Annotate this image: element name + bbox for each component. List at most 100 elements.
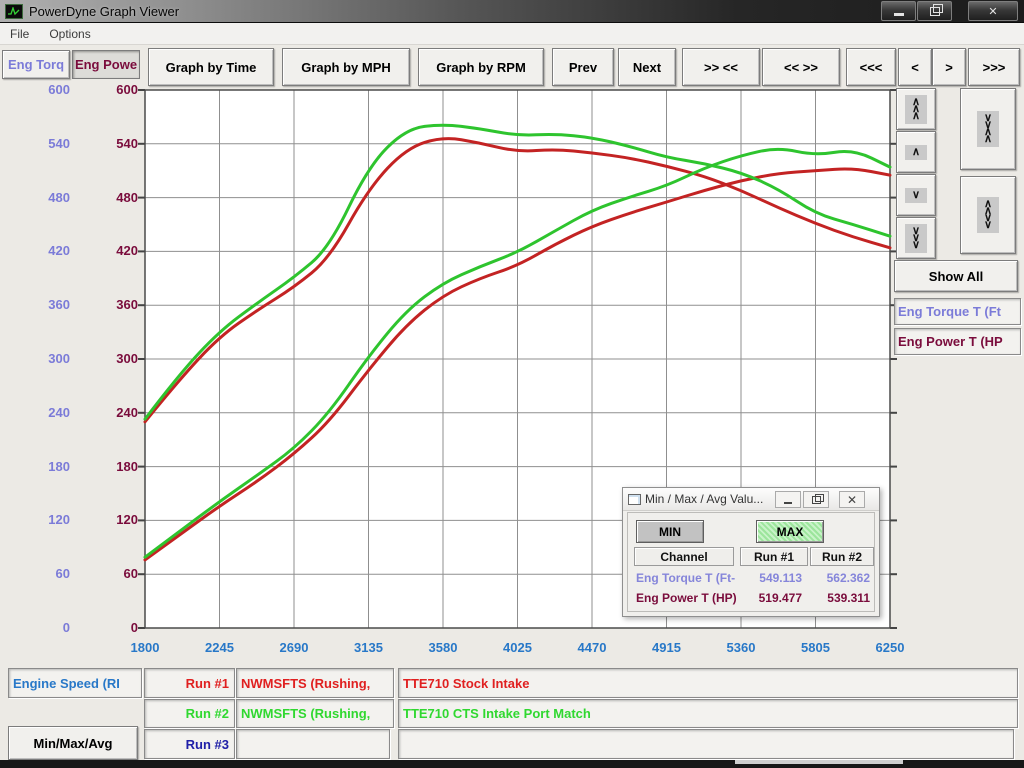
row-power-run2-value: 539.311 [810, 591, 870, 607]
y-axis-tick-label: 480 [78, 189, 138, 207]
triple-down-chevron-icon: ∨ ∨ ∨ [905, 224, 927, 253]
prev-button[interactable]: Prev [552, 48, 614, 86]
minmax-restore-button[interactable] [803, 491, 829, 508]
y-axis-tick-label: 120 [78, 511, 138, 529]
up-chevron-icon: ∧ [905, 145, 927, 160]
title-bar[interactable]: PowerDyne Graph Viewer ✕ [0, 0, 1024, 23]
minmax-values-window: Min / Max / Avg Valu... ✕ MIN MAX Channe… [622, 487, 880, 617]
menu-options[interactable]: Options [39, 23, 100, 44]
expand-chevrons-icon: ∧ ∧ ∨ ∨ [977, 197, 999, 233]
run2-description-field[interactable]: TTE710 CTS Intake Port Match [398, 699, 1018, 728]
column-header-channel[interactable]: Channel [634, 547, 734, 566]
channel-button-torque[interactable]: Eng Torq [2, 50, 70, 79]
y-axis-tick-label: 360 [10, 296, 70, 314]
scroll-up-button[interactable]: ∧ [896, 131, 936, 173]
y-axis-tick-label: 420 [78, 242, 138, 260]
max-tab-button[interactable]: MAX [756, 520, 824, 543]
graph-by-time-button[interactable]: Graph by Time [148, 48, 274, 86]
row-torque-channel: Eng Torque T (Ft- [636, 571, 746, 587]
y-axis-tick-label: 60 [10, 565, 70, 583]
down-chevron-icon: ∨ [905, 188, 927, 203]
close-button[interactable]: ✕ [968, 1, 1018, 21]
app-icon [5, 4, 23, 19]
powerdyne-window: PowerDyne Graph Viewer ✕ File Options En… [0, 0, 1024, 768]
minmax-minimize-button[interactable] [775, 491, 801, 508]
collapse-chevrons-icon: ∨ ∨ ∧ ∧ [977, 111, 999, 147]
minmax-close-button[interactable]: ✕ [839, 491, 865, 508]
y-axis-tick-label: 600 [10, 81, 70, 99]
run2-name-button[interactable]: Run #2 [144, 699, 235, 728]
minmax-title-bar[interactable]: Min / Max / Avg Valu... ✕ [623, 488, 879, 511]
run1-description-field[interactable]: TTE710 Stock Intake [398, 668, 1018, 698]
run1-name-button[interactable]: Run #1 [144, 668, 235, 698]
torque-channel-label[interactable]: Eng Torque T (Ft [894, 298, 1021, 325]
y-axis-tick-label: 180 [10, 458, 70, 476]
run2-file-field[interactable]: NWMSFTS (Rushing, [236, 699, 394, 728]
y-axis-tick-label: 420 [10, 242, 70, 260]
y-axis-tick-label: 480 [10, 189, 70, 207]
minimize-button[interactable] [881, 1, 916, 21]
x-axis-tick-label: 1800 [113, 640, 177, 656]
show-all-button[interactable]: Show All [894, 260, 1018, 292]
triple-up-chevron-icon: ∧ ∧ ∧ [905, 95, 927, 124]
minmaxavg-button[interactable]: Min/Max/Avg [8, 726, 138, 760]
graph-by-mph-button[interactable]: Graph by MPH [282, 48, 410, 86]
window-bottom-notch [735, 760, 903, 764]
y-axis-tick-label: 300 [10, 350, 70, 368]
restore-icon [812, 496, 821, 504]
menu-file[interactable]: File [0, 23, 39, 44]
minmax-window-title: Min / Max / Avg Valu... [645, 492, 763, 506]
minmax-window-icon [628, 494, 641, 505]
y-axis-tick-label: 600 [78, 81, 138, 99]
x-axis-tick-label: 6250 [858, 640, 922, 656]
run3-description-field[interactable] [398, 729, 1014, 759]
scroll-far-right-button[interactable]: >>> [968, 48, 1020, 86]
row-power-run1-value: 519.477 [740, 591, 802, 607]
x-channel-button[interactable]: Engine Speed (RI [8, 668, 142, 698]
y-axis-tick-label: 240 [78, 404, 138, 422]
x-axis-tick-label: 4915 [635, 640, 699, 656]
run3-file-field[interactable] [236, 729, 390, 759]
scroll-far-left-button[interactable]: <<< [846, 48, 896, 86]
x-axis-tick-label: 5360 [709, 640, 773, 656]
y-axis-tick-label: 0 [78, 619, 138, 637]
scroll-down-button[interactable]: ∨ [896, 174, 936, 216]
row-torque-run2-value: 562.362 [810, 571, 870, 587]
y-axis-tick-label: 540 [10, 135, 70, 153]
x-axis-tick-label: 4470 [560, 640, 624, 656]
close-icon: ✕ [988, 5, 997, 18]
scroll-down-fast-button[interactable]: ∨ ∨ ∨ [896, 217, 936, 259]
next-button[interactable]: Next [618, 48, 676, 86]
row-torque-run1-value: 549.113 [740, 571, 802, 587]
scroll-up-fast-button[interactable]: ∧ ∧ ∧ [896, 88, 936, 130]
x-axis-tick-label: 5805 [784, 640, 848, 656]
row-power-channel: Eng Power T (HP) [636, 591, 746, 607]
scroll-left-button[interactable]: < [898, 48, 932, 86]
expand-y-button[interactable]: ∧ ∧ ∨ ∨ [960, 176, 1016, 254]
zoom-out-x-button[interactable]: << >> [762, 48, 840, 86]
run3-name-button[interactable]: Run #3 [144, 729, 235, 759]
minimize-icon [894, 13, 904, 16]
y-axis-tick-label: 540 [78, 135, 138, 153]
scroll-right-button[interactable]: > [932, 48, 966, 86]
graph-by-rpm-button[interactable]: Graph by RPM [418, 48, 544, 86]
minimize-icon [784, 502, 792, 504]
zoom-in-x-button[interactable]: >> << [682, 48, 760, 86]
power-channel-label[interactable]: Eng Power T (HP [894, 328, 1021, 355]
channel-button-power[interactable]: Eng Powe [72, 50, 140, 79]
y-axis-tick-label: 120 [10, 511, 70, 529]
x-axis-tick-label: 3580 [411, 640, 475, 656]
column-header-run1[interactable]: Run #1 [740, 547, 808, 566]
restore-button[interactable] [917, 1, 952, 21]
column-header-run2[interactable]: Run #2 [810, 547, 874, 566]
compress-y-button[interactable]: ∨ ∨ ∧ ∧ [960, 88, 1016, 170]
run1-file-field[interactable]: NWMSFTS (Rushing, [236, 668, 394, 698]
x-axis-tick-label: 2690 [262, 640, 326, 656]
minmax-body: MIN MAX Channel Run #1 Run #2 Eng Torque… [627, 512, 875, 612]
y-axis-tick-label: 300 [78, 350, 138, 368]
y-axis-tick-label: 240 [10, 404, 70, 422]
min-tab-button[interactable]: MIN [636, 520, 704, 543]
y-axis-tick-label: 0 [10, 619, 70, 637]
menu-bar: File Options [0, 23, 1024, 45]
window-title: PowerDyne Graph Viewer [29, 4, 179, 19]
